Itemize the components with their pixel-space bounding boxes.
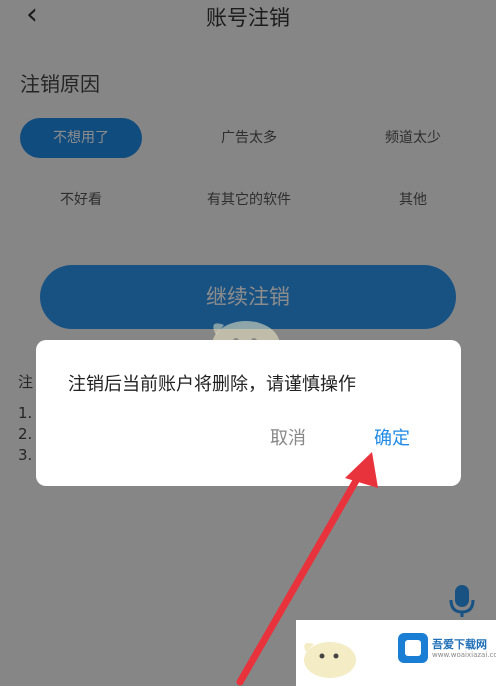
site-logo-icon xyxy=(398,633,428,663)
watermark-url: www.woaixiazai.com xyxy=(432,651,496,659)
dialog-message: 注销后当前账户将删除，请谨慎操作 xyxy=(68,374,356,395)
confirm-button[interactable]: 确定 xyxy=(362,424,422,454)
cancel-button[interactable]: 取消 xyxy=(258,424,318,454)
confirm-dialog: 注销后当前账户将删除，请谨慎操作 取消 确定 xyxy=(36,340,461,486)
mascot-icon xyxy=(304,642,356,678)
watermark-name: 吾爱下载网 xyxy=(432,638,487,651)
